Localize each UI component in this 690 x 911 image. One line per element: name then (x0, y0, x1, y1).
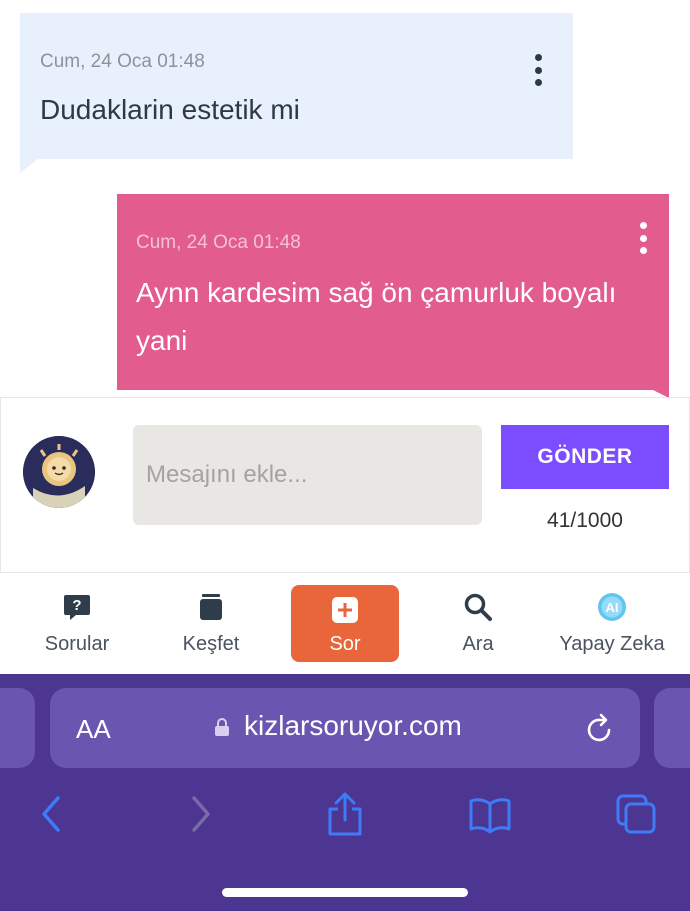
message-menu-button[interactable] (637, 222, 649, 254)
avatar[interactable] (23, 436, 95, 508)
dot-icon (639, 234, 647, 242)
reload-icon[interactable] (585, 712, 615, 744)
next-tab[interactable] (654, 688, 690, 768)
lock-icon (215, 718, 229, 736)
home-indicator (222, 888, 468, 897)
dot-icon (534, 79, 542, 86)
bookmarks-icon[interactable] (468, 792, 512, 836)
send-button[interactable]: GÖNDER (501, 425, 669, 489)
nav-label: Ara (462, 633, 494, 655)
nav-label: Sor (329, 633, 361, 655)
nav-item-ara[interactable]: Ara (411, 574, 545, 674)
dot-icon (534, 54, 542, 61)
dot-icon (534, 66, 542, 74)
character-counter: 41/1000 (547, 509, 623, 532)
stack-icon (200, 594, 222, 620)
message-input[interactable] (133, 425, 482, 525)
nav-item-sorular[interactable]: ? Sorular (10, 574, 144, 674)
nav-label: Yapay Zeka (559, 633, 665, 655)
nav-item-sor[interactable]: Sor (291, 585, 399, 662)
nav-label: Keşfet (182, 633, 240, 655)
message-timestamp: Cum, 24 Oca 01:48 (40, 51, 205, 72)
message-timestamp: Cum, 24 Oca 01:48 (136, 232, 301, 253)
forward-icon[interactable] (178, 792, 222, 836)
text-size-label: AA (76, 714, 111, 744)
text-size-button[interactable]: AA (76, 714, 111, 745)
message-text: Aynn kardesim sağ ön çamurluk boyalı yan… (136, 277, 617, 356)
svg-text:AI: AI (606, 600, 619, 615)
message-composer: GÖNDER 41/1000 (0, 397, 690, 573)
nav-item-kesfet[interactable]: Keşfet (144, 574, 278, 674)
back-icon[interactable] (30, 792, 74, 836)
nav-label: Sorular (44, 633, 110, 655)
question-icon: ? (64, 595, 90, 620)
plus-icon (332, 597, 358, 623)
outgoing-message: Cum, 24 Oca 01:48 Aynn kardesim sağ ön ç… (117, 194, 669, 398)
bottom-navigation: ? Sorular Keşfet Sor Ara AI Yapay Zeka (0, 574, 690, 674)
previous-tab[interactable] (0, 688, 35, 768)
address-bar[interactable]: AA kizlarsoruyor.com (50, 688, 640, 768)
dot-icon (639, 247, 647, 254)
ai-icon: AI (598, 593, 626, 621)
url-text: kizlarsoruyor.com (244, 710, 462, 741)
tabs-icon[interactable] (614, 792, 658, 836)
message-text: Dudaklarin estetik mi (40, 94, 300, 125)
message-menu-button[interactable] (532, 54, 544, 86)
incoming-message: Cum, 24 Oca 01:48 Dudaklarin estetik mi (20, 13, 573, 173)
svg-text:?: ? (72, 597, 81, 614)
browser-toolbar: AA kizlarsoruyor.com (0, 674, 690, 911)
dot-icon (639, 222, 647, 229)
avatar-image (23, 436, 95, 508)
share-icon[interactable] (323, 792, 367, 836)
nav-item-yapay-zeka[interactable]: AI Yapay Zeka (545, 574, 679, 674)
search-icon (464, 593, 492, 621)
